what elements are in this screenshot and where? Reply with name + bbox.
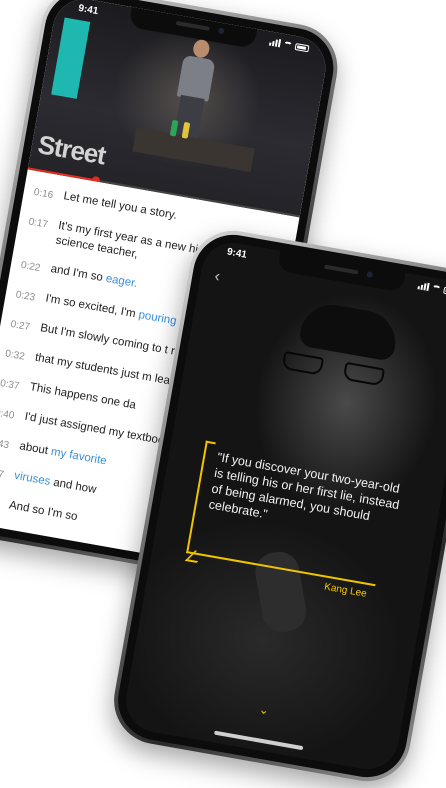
transcript-timestamp[interactable]: 0:40 <box>0 405 18 425</box>
transcript-timestamp[interactable]: 0:32 <box>4 345 28 365</box>
transcript-highlight-link[interactable]: viruses <box>13 470 51 488</box>
signal-icon <box>417 281 430 292</box>
battery-icon <box>294 42 310 52</box>
video-overlay-word: Street <box>35 129 108 171</box>
transcript-timestamp[interactable]: 0:43 <box>0 434 13 454</box>
status-icons <box>268 38 310 53</box>
transcript-text-plain: and I'm so <box>49 263 107 285</box>
wifi-icon <box>431 284 442 293</box>
status-time: 9:41 <box>226 246 248 261</box>
transcript-text-plain: about <box>18 440 53 458</box>
transcript-timestamp[interactable]: 0:27 <box>9 316 33 336</box>
status-icons <box>417 281 446 296</box>
stage-screen <box>51 17 91 99</box>
progress-knob[interactable] <box>91 175 101 186</box>
transcript-timestamp[interactable]: 0:50 <box>0 493 2 513</box>
transcript-text-plain: and how <box>49 476 98 497</box>
transcript-timestamp[interactable]: 0:47 <box>0 464 8 484</box>
transcript-timestamp[interactable]: 0:22 <box>20 257 44 277</box>
transcript-timestamp[interactable]: 0:23 <box>14 286 38 306</box>
transcript-text-plain: And so I'm so <box>8 499 79 524</box>
wifi-icon <box>282 40 293 49</box>
transcript-timestamp[interactable]: 0:16 <box>33 184 57 204</box>
transcript-timestamp[interactable]: 0:17 <box>25 213 52 246</box>
status-time: 9:41 <box>77 2 100 17</box>
transcript-highlight-link[interactable]: my favorite <box>50 446 107 468</box>
transcript-timestamp[interactable]: 0:37 <box>0 375 23 395</box>
signal-icon <box>268 38 282 48</box>
transcript-highlight-link[interactable]: eager. <box>105 273 139 290</box>
